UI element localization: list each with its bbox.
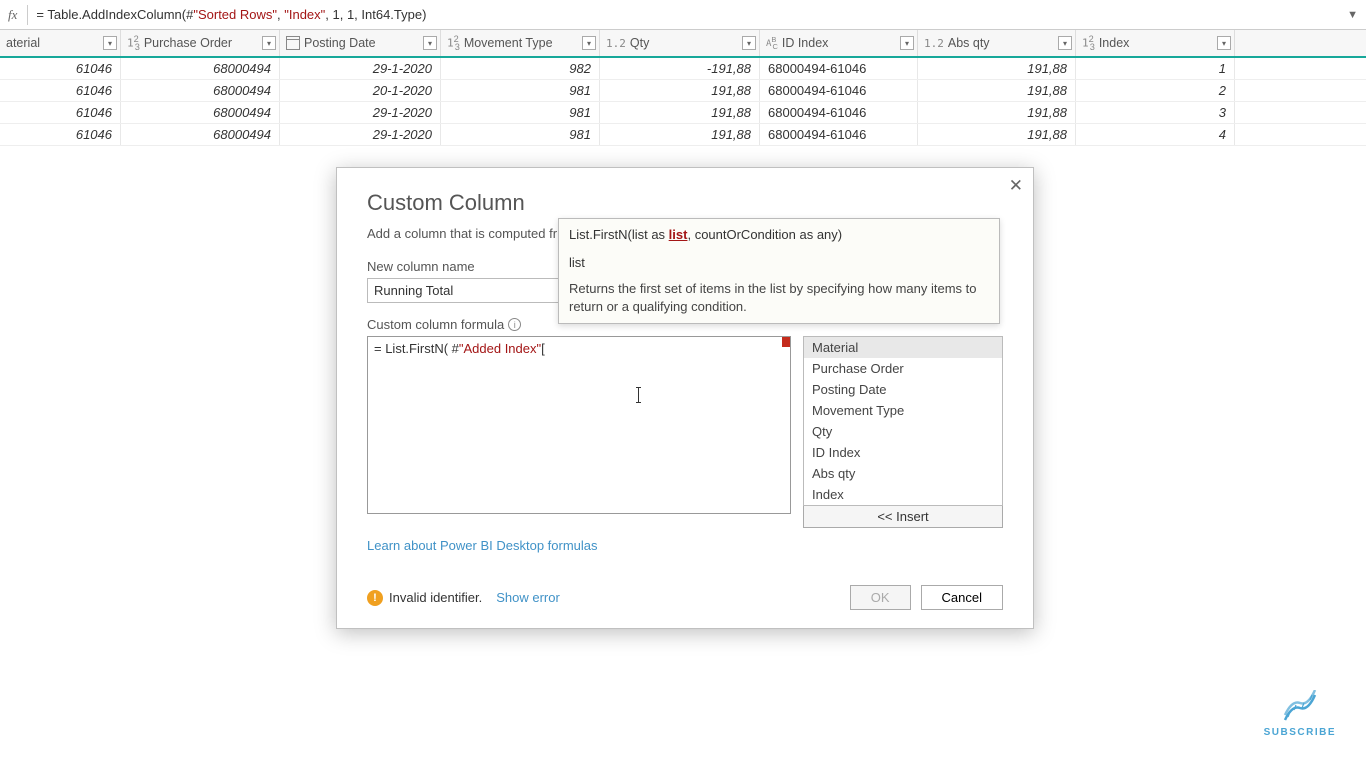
filter-icon[interactable]: ▾ [1217,36,1231,50]
grid-body: 610466800049429-1-2020982-191,8868000494… [0,58,1366,146]
cell-movement: 981 [441,102,600,123]
table-row[interactable]: 610466800049429-1-2020981191,8868000494-… [0,124,1366,146]
col-material[interactable]: aterial▾ [0,30,121,56]
cell-id-index: 68000494-61046 [760,80,918,101]
cell-date: 29-1-2020 [280,124,441,145]
col-id-index[interactable]: ABCID Index▾ [760,30,918,56]
int-icon: 123 [1082,34,1095,52]
cell-material: 61046 [0,124,121,145]
filter-icon[interactable]: ▾ [262,36,276,50]
dialog-footer: ! Invalid identifier. Show error OK Canc… [337,573,1033,628]
close-icon[interactable]: ✕ [1009,176,1023,196]
insert-button[interactable]: << Insert [803,506,1003,528]
cell-abs: 191,88 [918,124,1076,145]
column-option[interactable]: Movement Type [804,400,1002,421]
intellisense-tooltip: List.FirstN(list as list, countOrConditi… [558,218,1000,324]
int-icon: 123 [447,34,460,52]
cell-qty: -191,88 [600,58,760,79]
dec-icon: 1.2 [924,37,944,50]
cell-abs: 191,88 [918,58,1076,79]
filter-icon[interactable]: ▾ [103,36,117,50]
cell-movement: 982 [441,58,600,79]
text-cursor [638,387,639,403]
cell-po: 68000494 [121,102,280,123]
column-option[interactable]: Index [804,484,1002,505]
dialog-title: Custom Column [367,190,1003,216]
calendar-icon [286,36,300,50]
subscribe-badge[interactable]: SUBSCRIBE [1264,690,1336,738]
chevron-down-icon[interactable]: ▼ [1347,9,1358,21]
cell-qty: 191,88 [600,80,760,101]
formula-editor[interactable]: = List.FirstN( #"Added Index"[ [367,336,791,514]
grid-header: aterial▾ 123Purchase Order▾ Posting Date… [0,30,1366,58]
filter-icon[interactable]: ▾ [900,36,914,50]
ok-button: OK [850,585,911,610]
cell-abs: 191,88 [918,102,1076,123]
cell-id-index: 68000494-61046 [760,124,918,145]
col-index[interactable]: 123Index▾ [1076,30,1235,56]
cell-id-index: 68000494-61046 [760,58,918,79]
col-abs-qty[interactable]: 1.2Abs qty▾ [918,30,1076,56]
cell-index: 2 [1076,80,1235,101]
int-icon: 123 [127,34,140,52]
column-option[interactable]: ID Index [804,442,1002,463]
col-purchase-order[interactable]: 123Purchase Order▾ [121,30,280,56]
cell-date: 20-1-2020 [280,80,441,101]
cell-abs: 191,88 [918,80,1076,101]
learn-link[interactable]: Learn about Power BI Desktop formulas [367,538,598,553]
show-error-link[interactable]: Show error [496,590,560,605]
column-option[interactable]: Qty [804,421,1002,442]
col-qty[interactable]: 1.2Qty▾ [600,30,760,56]
cell-material: 61046 [0,58,121,79]
error-marker [782,337,790,347]
col-movement-type[interactable]: 123Movement Type▾ [441,30,600,56]
column-option[interactable]: Posting Date [804,379,1002,400]
cell-date: 29-1-2020 [280,58,441,79]
cell-date: 29-1-2020 [280,102,441,123]
cell-material: 61046 [0,102,121,123]
separator [27,5,28,25]
warning-icon: ! [367,590,383,606]
cell-qty: 191,88 [600,124,760,145]
cell-material: 61046 [0,80,121,101]
cancel-button[interactable]: Cancel [921,585,1003,610]
table-row[interactable]: 610466800049420-1-2020981191,8868000494-… [0,80,1366,102]
param-name: list [569,255,989,270]
column-option[interactable]: Purchase Order [804,358,1002,379]
available-columns-list: MaterialPurchase OrderPosting DateMoveme… [803,336,1003,506]
cell-index: 4 [1076,124,1235,145]
formula-text[interactable]: = Table.AddIndexColumn(#"Sorted Rows", "… [36,7,1347,23]
status-message: ! Invalid identifier. Show error [367,590,560,606]
signature: List.FirstN(list as list, countOrConditi… [569,227,989,243]
column-option[interactable]: Abs qty [804,463,1002,484]
filter-icon[interactable]: ▾ [1058,36,1072,50]
info-icon[interactable]: i [508,318,521,331]
table-row[interactable]: 610466800049429-1-2020981191,8868000494-… [0,102,1366,124]
cell-movement: 981 [441,124,600,145]
cell-index: 3 [1076,102,1235,123]
cell-movement: 981 [441,80,600,101]
filter-icon[interactable]: ▾ [742,36,756,50]
column-option[interactable]: Material [804,337,1002,358]
dna-icon [1280,690,1320,725]
cell-id-index: 68000494-61046 [760,102,918,123]
formula-bar: fx = Table.AddIndexColumn(#"Sorted Rows"… [0,0,1366,30]
tooltip-description: Returns the first set of items in the li… [569,280,989,315]
table-row[interactable]: 610466800049429-1-2020982-191,8868000494… [0,58,1366,80]
filter-icon[interactable]: ▾ [423,36,437,50]
cell-po: 68000494 [121,124,280,145]
subscribe-label: SUBSCRIBE [1264,727,1336,738]
dec-icon: 1.2 [606,37,626,50]
cell-qty: 191,88 [600,102,760,123]
filter-icon[interactable]: ▾ [582,36,596,50]
cell-po: 68000494 [121,80,280,101]
available-columns-panel: MaterialPurchase OrderPosting DateMoveme… [803,336,1003,528]
abc-icon: ABC [766,35,778,51]
cell-po: 68000494 [121,58,280,79]
col-posting-date[interactable]: Posting Date▾ [280,30,441,56]
cell-index: 1 [1076,58,1235,79]
fx-icon: fx [8,7,17,23]
